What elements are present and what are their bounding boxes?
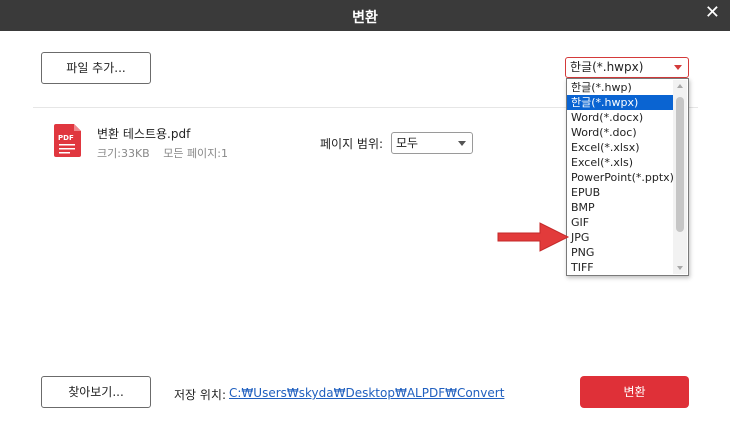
format-option-hwp[interactable]: 한글(*.hwp) bbox=[567, 80, 673, 95]
page-range-select[interactable]: 모두 bbox=[391, 132, 473, 154]
format-dropdown-list: 한글(*.hwp) 한글(*.hwpx) Word(*.docx) Word(*… bbox=[566, 78, 689, 276]
page-range-value: 모두 bbox=[396, 136, 419, 150]
format-option-bmp[interactable]: BMP bbox=[567, 200, 673, 215]
pdf-file-icon: PDF bbox=[54, 124, 81, 157]
format-option-gif[interactable]: GIF bbox=[567, 215, 673, 230]
convert-button[interactable]: 변환 bbox=[580, 376, 689, 408]
scroll-down-arrow-icon[interactable] bbox=[677, 266, 683, 270]
format-option-xls[interactable]: Excel(*.xls) bbox=[567, 155, 673, 170]
save-location-label: 저장 위치: bbox=[174, 388, 227, 402]
page-range-label: 페이지 범위: bbox=[320, 137, 384, 151]
format-option-xlsx[interactable]: Excel(*.xlsx) bbox=[567, 140, 673, 155]
format-option-tiff[interactable]: TIFF bbox=[567, 260, 673, 275]
scrollbar-thumb[interactable] bbox=[676, 97, 684, 232]
annotation-arrow-icon bbox=[497, 222, 570, 252]
format-option-docx[interactable]: Word(*.docx) bbox=[567, 110, 673, 125]
format-select[interactable]: 한글(*.hwpx) bbox=[565, 57, 689, 78]
format-option-hwpx[interactable]: 한글(*.hwpx) bbox=[567, 95, 673, 110]
browse-button[interactable]: 찾아보기... bbox=[41, 376, 151, 408]
dropdown-scrollbar[interactable] bbox=[673, 80, 687, 274]
format-option-png[interactable]: PNG bbox=[567, 245, 673, 260]
file-meta: 크기:33KB 모든 페이지:1 bbox=[97, 145, 238, 161]
format-option-pptx[interactable]: PowerPoint(*.pptx) bbox=[567, 170, 674, 185]
format-option-doc[interactable]: Word(*.doc) bbox=[567, 125, 673, 140]
format-option-epub[interactable]: EPUB bbox=[567, 185, 673, 200]
title-bar: 변환 ✕ bbox=[0, 0, 730, 31]
format-option-jpg[interactable]: JPG bbox=[567, 230, 673, 245]
file-size: 크기:33KB bbox=[97, 147, 150, 160]
save-path-link[interactable]: C:₩Users₩skyda₩Desktop₩ALPDF₩Convert bbox=[229, 386, 504, 400]
file-name: 변환 테스트용.pdf bbox=[97, 127, 191, 141]
chevron-down-icon bbox=[674, 65, 682, 70]
scroll-up-arrow-icon[interactable] bbox=[677, 84, 683, 88]
pdf-icon-text: PDF bbox=[58, 134, 74, 142]
format-select-value: 한글(*.hwpx) bbox=[570, 60, 644, 74]
file-page-count: 모든 페이지:1 bbox=[163, 147, 229, 160]
close-icon[interactable]: ✕ bbox=[705, 2, 720, 23]
window-title: 변환 bbox=[352, 10, 378, 26]
add-file-button[interactable]: 파일 추가... bbox=[41, 52, 151, 84]
chevron-down-icon bbox=[458, 141, 466, 146]
